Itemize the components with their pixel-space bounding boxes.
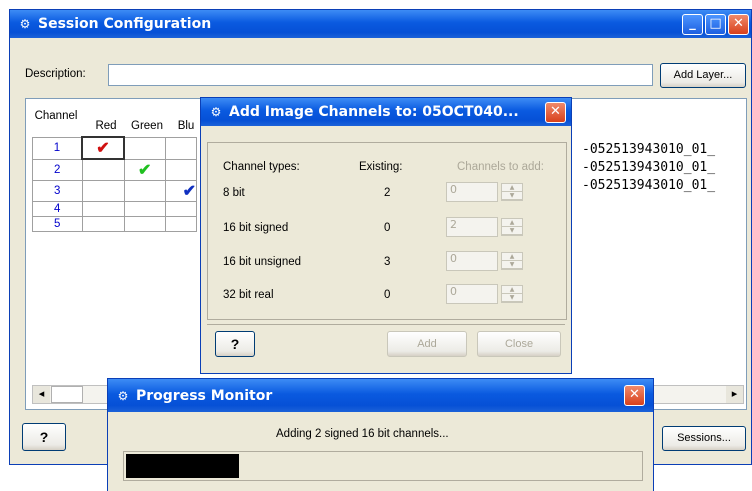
existing-count: 3 <box>384 256 391 268</box>
blue-cell[interactable] <box>165 158 197 181</box>
green-cell[interactable] <box>123 179 166 202</box>
layer-file-name[interactable]: -052513943010_01_ <box>582 160 715 175</box>
existing-header: Existing: <box>359 161 403 173</box>
help-icon: ? <box>230 336 240 352</box>
existing-count: 0 <box>384 289 391 301</box>
add-layer-button[interactable]: Add Layer... <box>660 63 746 88</box>
existing-count: 2 <box>384 187 391 199</box>
channel-type-label: 8 bit <box>223 187 245 199</box>
progress-message: Adding 2 signed 16 bit channels... <box>276 428 449 440</box>
channels-to-add-header: Channels to add: <box>457 161 544 173</box>
channel-number: 3 <box>32 179 83 202</box>
progress-monitor-window: ⚙ Progress Monitor ✕ Adding 2 signed 16 … <box>107 378 654 491</box>
app-icon: ⚙ <box>19 17 31 31</box>
maximize-button[interactable]: □ <box>705 14 726 35</box>
green-cell[interactable] <box>123 200 166 217</box>
green-cell[interactable] <box>123 136 166 160</box>
progress-titlebar[interactable]: ⚙ Progress Monitor ✕ <box>108 379 653 412</box>
app-icon: ⚙ <box>117 388 129 403</box>
layer-file-name[interactable]: -052513943010_01_ <box>582 142 715 157</box>
channel-type-label: 16 bit signed <box>223 222 289 234</box>
blue-check-icon[interactable]: ✔ <box>165 179 197 202</box>
channels-to-add-field[interactable]: 2 <box>446 217 498 237</box>
red-cell[interactable] <box>81 215 125 232</box>
close-button[interactable]: ✕ <box>624 385 645 406</box>
col-header-green: Green <box>131 120 163 132</box>
channels-to-add-field[interactable]: 0 <box>446 251 498 271</box>
blue-cell[interactable] <box>165 215 197 232</box>
table-row[interactable]: 3 ✔ <box>32 179 197 202</box>
session-titlebar[interactable]: ⚙ Session Configuration _ □ ✕ <box>10 10 751 38</box>
channel-number: 5 <box>32 215 83 232</box>
red-cell[interactable] <box>81 179 125 202</box>
green-check-icon[interactable]: ✔ <box>123 158 166 181</box>
channel-type-label: 32 bit real <box>223 289 274 301</box>
add-image-channels-dialog: ⚙ Add Image Channels to: 05OCT040... ✕ C… <box>200 97 572 374</box>
table-row[interactable]: 5 <box>32 215 197 232</box>
blue-cell[interactable] <box>165 200 197 217</box>
table-row[interactable]: 2 ✔ <box>32 158 197 181</box>
channel-number: 2 <box>32 158 83 181</box>
green-cell[interactable] <box>123 215 166 232</box>
channel-types-header: Channel types: <box>223 161 300 173</box>
channel-number: 1 <box>32 136 83 160</box>
spinner[interactable]: ▲ ▼ <box>501 252 523 270</box>
spinner[interactable]: ▲ ▼ <box>501 183 523 201</box>
session-title: Session Configuration <box>38 16 212 32</box>
channel-type-label: 16 bit unsigned <box>223 256 302 268</box>
scroll-thumb[interactable] <box>51 386 83 403</box>
progress-title: Progress Monitor <box>136 387 273 404</box>
red-cell[interactable] <box>81 200 125 217</box>
col-header-channel: Channel <box>34 110 78 122</box>
existing-count: 0 <box>384 222 391 234</box>
minimize-button[interactable]: _ <box>682 14 703 35</box>
scroll-left-button[interactable]: ◂ <box>33 386 50 403</box>
app-icon: ⚙ <box>210 105 222 119</box>
blue-cell[interactable] <box>165 136 197 160</box>
col-header-blue: Blu <box>177 120 195 132</box>
close-button[interactable]: ✕ <box>728 14 749 35</box>
spinner[interactable]: ▲ ▼ <box>501 285 523 303</box>
help-button[interactable]: ? <box>22 423 66 451</box>
table-row[interactable]: 4 <box>32 200 197 217</box>
layer-file-name[interactable]: -052513943010_01_ <box>582 178 715 193</box>
add-channels-titlebar[interactable]: ⚙ Add Image Channels to: 05OCT040... ✕ <box>201 98 571 126</box>
spinner[interactable]: ▲ ▼ <box>501 218 523 236</box>
add-button[interactable]: Add <box>387 331 467 357</box>
description-label: Description: <box>25 68 86 80</box>
help-icon: ? <box>39 429 49 445</box>
add-channels-title: Add Image Channels to: 05OCT040... <box>229 104 519 120</box>
table-row[interactable]: 1 ✔ <box>32 136 197 160</box>
red-cell[interactable] <box>81 158 125 181</box>
scroll-right-button[interactable]: ▸ <box>726 386 743 403</box>
close-dialog-button[interactable]: Close <box>477 331 561 357</box>
channels-to-add-field[interactable]: 0 <box>446 182 498 202</box>
close-button[interactable]: ✕ <box>545 102 566 123</box>
red-check-icon[interactable]: ✔ <box>81 136 125 160</box>
help-button[interactable]: ? <box>215 331 255 357</box>
channels-to-add-field[interactable]: 0 <box>446 284 498 304</box>
channel-grid: 1 ✔ 2 ✔ 3 ✔ 4 5 <box>32 136 197 232</box>
dialog-separator <box>207 324 565 325</box>
sessions-button[interactable]: Sessions... <box>662 426 746 451</box>
col-header-red: Red <box>95 120 117 132</box>
channel-number: 4 <box>32 200 83 217</box>
description-field[interactable] <box>108 64 653 86</box>
progress-bar <box>123 451 643 481</box>
progress-fill <box>126 454 239 478</box>
